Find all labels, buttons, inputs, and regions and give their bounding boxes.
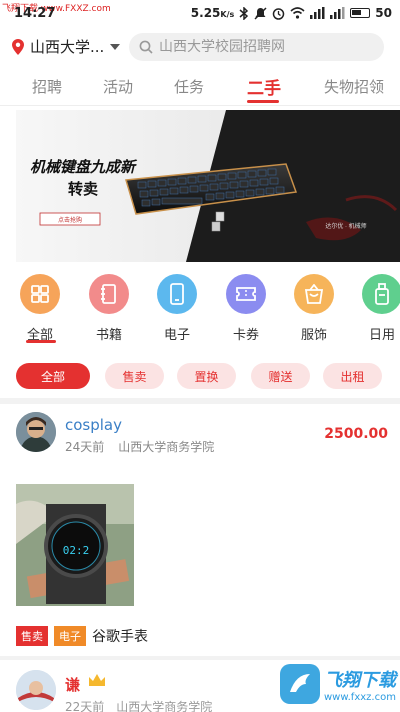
watermark-icon xyxy=(280,664,320,704)
post-meta: 22天前 山西大学商务学院 xyxy=(65,700,213,712)
watermark-title: 飞翔下载 xyxy=(324,669,396,691)
avatar[interactable] xyxy=(16,670,56,710)
banner-corner-text: 达尔优 · 机械师 xyxy=(325,222,366,230)
alarm-icon xyxy=(273,7,285,20)
banner[interactable]: 机械键盘九成新 转卖 点击抢购 达尔优 · 机械师 xyxy=(0,106,400,268)
watermark-url: www.fxxz.com xyxy=(324,691,396,703)
signal-icon xyxy=(310,7,325,19)
banner-title-line1: 机械键盘九成新 xyxy=(30,158,138,176)
post-school: 山西大学商务学院 xyxy=(118,440,215,454)
bottle-icon xyxy=(362,274,400,314)
active-tab-indicator xyxy=(247,100,279,103)
post-time: 24天前 xyxy=(65,440,105,454)
grid-icon xyxy=(20,274,60,314)
category-label: 电子 xyxy=(163,328,190,343)
category-label: 日用 xyxy=(368,328,395,343)
mute-icon xyxy=(254,6,267,20)
status-bar: 飞翔下载 www.FXXZ.com 14:27 5.25K/s 50 xyxy=(0,0,400,28)
battery-level: 50 xyxy=(375,6,392,20)
tab-activity[interactable]: 活动 xyxy=(103,76,133,97)
category-label: 卡券 xyxy=(232,328,259,343)
post-username[interactable]: cosplay xyxy=(65,416,122,434)
avatar[interactable] xyxy=(16,412,56,452)
tab-recruit[interactable]: 招聘 xyxy=(32,76,62,97)
post-meta: 24天前 山西大学商务学院 xyxy=(65,438,214,455)
watch-time: 02:2 xyxy=(63,544,90,557)
banner-title-line2: 转卖 xyxy=(68,180,98,198)
banner-image: 机械键盘九成新 转卖 点击抢购 达尔优 · 机械师 xyxy=(16,110,400,262)
category-clothing[interactable]: 服饰 xyxy=(284,274,344,343)
active-category-indicator xyxy=(26,340,56,343)
tab-secondhand[interactable]: 二手 xyxy=(247,74,281,99)
search-row: 山西大学... xyxy=(0,28,400,70)
tab-lost-found[interactable]: 失物招领 xyxy=(324,76,384,97)
watermark-logo: 飞翔下载 www.fxxz.com xyxy=(280,664,396,704)
search-input[interactable] xyxy=(159,39,369,55)
signal-icon-2 xyxy=(330,7,345,19)
tag-electronics: 电子 xyxy=(54,626,86,646)
post-title: 谷歌手表 xyxy=(92,629,148,645)
post-price: 2500.00 xyxy=(324,426,388,442)
notebook-icon xyxy=(89,274,129,314)
post-tags: 售卖 电子 谷歌手表 xyxy=(16,626,148,646)
status-icons: 5.25K/s 50 xyxy=(191,6,392,20)
filter-exchange[interactable]: 置换 xyxy=(177,363,236,389)
network-speed: 5.25K/s xyxy=(190,6,235,20)
category-label: 书籍 xyxy=(95,328,122,343)
crown-icon xyxy=(89,674,105,686)
post-username[interactable]: 谦 xyxy=(65,674,80,695)
post-photo[interactable]: 02:2 xyxy=(16,484,134,606)
category-daily[interactable]: 日用 xyxy=(352,274,400,343)
battery-icon xyxy=(350,8,371,18)
search-box[interactable] xyxy=(129,33,384,61)
banner-cta-label: 点击抢购 xyxy=(58,216,82,224)
category-coupons[interactable]: 卡券 xyxy=(216,274,276,343)
location-pin-icon xyxy=(12,38,24,55)
location-label: 山西大学... xyxy=(30,38,105,56)
tag-sell: 售卖 xyxy=(16,626,48,646)
wifi-icon xyxy=(290,7,305,19)
filter-chips: 全部 售卖 置换 赠送 出租 xyxy=(0,352,400,398)
bag-icon xyxy=(294,274,334,314)
category-electronics[interactable]: 电子 xyxy=(147,274,207,343)
search-icon xyxy=(139,40,153,54)
category-tabs: 招聘 活动 任务 二手 失物招领 xyxy=(0,70,400,106)
phone-icon xyxy=(157,274,197,314)
filter-rent[interactable]: 出租 xyxy=(323,363,382,389)
filter-all[interactable]: 全部 xyxy=(16,363,90,389)
clock: 14:27 xyxy=(14,6,56,21)
bluetooth-icon xyxy=(239,6,249,20)
location-selector[interactable]: 山西大学... xyxy=(12,36,121,57)
chevron-down-icon xyxy=(110,43,121,50)
filter-sell[interactable]: 售卖 xyxy=(105,363,164,389)
category-label: 服饰 xyxy=(300,328,327,343)
category-books[interactable]: 书籍 xyxy=(79,274,139,343)
category-icons: 全部 书籍 电子 卡券 服饰 日用 xyxy=(0,268,400,352)
tab-task[interactable]: 任务 xyxy=(174,76,204,97)
list-item[interactable]: cosplay 24天前 山西大学商务学院 2500.00 02:2 售卖 电子 … xyxy=(0,404,400,656)
ticket-icon xyxy=(226,274,266,314)
category-all[interactable]: 全部 xyxy=(10,274,70,343)
filter-gift[interactable]: 赠送 xyxy=(251,363,310,389)
